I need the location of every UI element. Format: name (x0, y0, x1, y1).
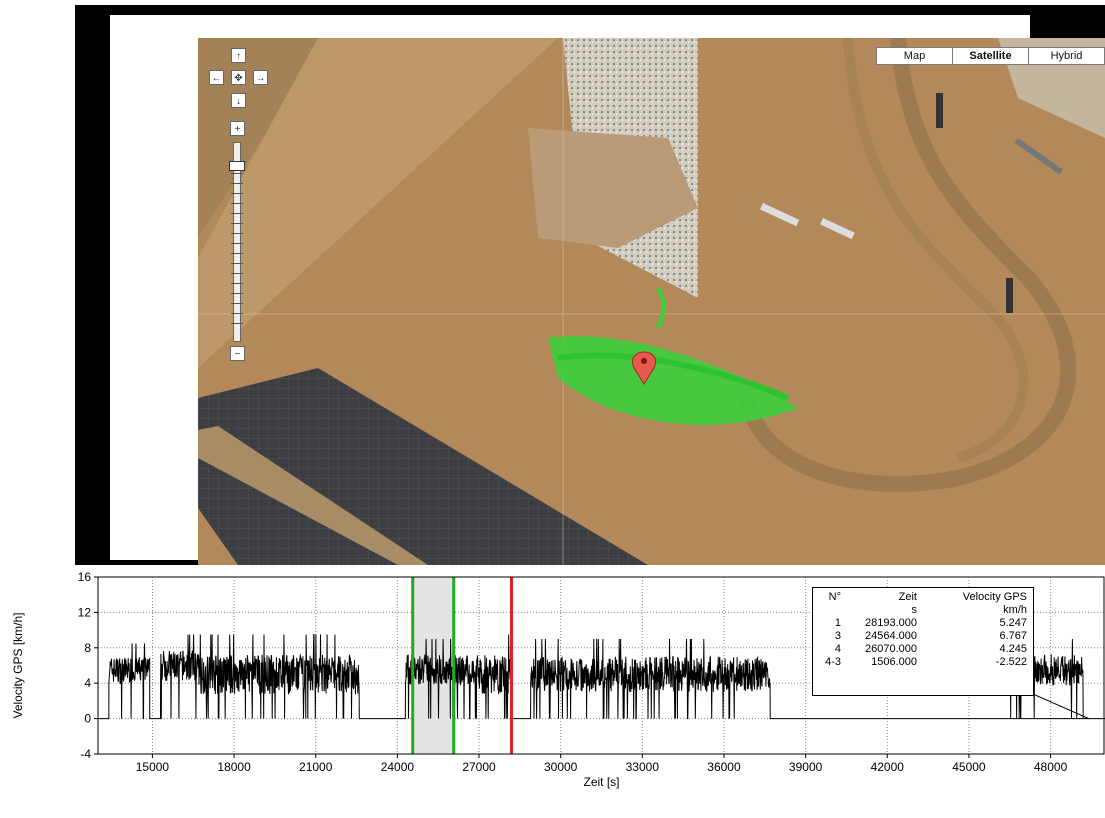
col-header-velocity: Velocity GPS (962, 591, 1027, 603)
row-zeit: 26070.000 (865, 643, 917, 655)
row-zeit: 28193.000 (865, 617, 917, 629)
x-tick-label: 30000 (544, 760, 578, 774)
y-axis-label: Velocity GPS [km/h] (11, 612, 25, 718)
cursor-value-table: N° Zeit Velocity GPS s km/h 1 28193.000 … (812, 587, 1034, 696)
x-tick-label: 33000 (626, 760, 660, 774)
zoom-slider-thumb[interactable] (229, 161, 245, 171)
map-type-map-button[interactable]: Map (877, 48, 952, 64)
row-value: 4.245 (999, 643, 1027, 655)
zoom-slider[interactable] (229, 142, 245, 342)
x-tick-label: 18000 (217, 760, 251, 774)
table-row: 4-3 1506.000 -2.522 (819, 656, 1027, 669)
satellite-map[interactable]: Map Satellite Hybrid ↑ ← ✥ → ↓ + − (198, 38, 1105, 565)
x-tick-label: 21000 (299, 760, 333, 774)
col-header-zeit: Zeit (898, 591, 917, 603)
y-tick-label: 8 (84, 641, 91, 655)
map-type-selector: Map Satellite Hybrid (876, 47, 1105, 65)
table-row: 1 28193.000 5.247 (819, 617, 1027, 630)
x-tick-label: 15000 (136, 760, 170, 774)
col-header-n: N° (828, 591, 841, 603)
unit-zeit: s (911, 604, 918, 616)
pan-right-button[interactable]: → (253, 70, 268, 85)
y-tick-label: 16 (78, 570, 92, 584)
y-tick-label: 0 (84, 712, 91, 726)
x-tick-label: 42000 (871, 760, 905, 774)
row-n: 3 (834, 630, 841, 642)
unit-n (819, 604, 845, 617)
x-tick-label: 48000 (1034, 760, 1068, 774)
map-type-hybrid-button[interactable]: Hybrid (1028, 48, 1104, 64)
row-value: 6.767 (999, 630, 1027, 642)
map-type-satellite-button[interactable]: Satellite (952, 48, 1028, 64)
pan-down-button[interactable]: ↓ (231, 93, 246, 108)
row-value: -2.522 (995, 656, 1027, 668)
pan-up-button[interactable]: ↑ (231, 48, 246, 63)
x-tick-label: 45000 (952, 760, 986, 774)
satellite-imagery (198, 38, 1105, 565)
row-value: 5.247 (999, 617, 1027, 629)
x-tick-label: 36000 (707, 760, 741, 774)
row-zeit: 24564.000 (865, 630, 917, 642)
table-row: 4 26070.000 4.245 (819, 643, 1027, 656)
zoom-in-button[interactable]: + (230, 121, 245, 136)
table-row: 3 24564.000 6.767 (819, 630, 1027, 643)
pan-left-button[interactable]: ← (209, 70, 224, 85)
y-tick-label: 4 (84, 676, 91, 690)
x-tick-label: 27000 (462, 760, 496, 774)
row-n: 4-3 (825, 656, 841, 668)
row-zeit: 1506.000 (871, 656, 917, 668)
x-tick-label: 24000 (381, 760, 415, 774)
x-axis-label: Zeit [s] (583, 775, 619, 789)
pan-center-button[interactable]: ✥ (231, 70, 246, 85)
y-tick-label: -4 (80, 747, 91, 761)
row-n: 4 (834, 643, 841, 655)
row-n: 1 (834, 617, 841, 629)
unit-velocity: km/h (1003, 604, 1027, 616)
y-tick-label: 12 (78, 605, 92, 619)
x-tick-label: 39000 (789, 760, 823, 774)
zoom-out-button[interactable]: − (230, 346, 245, 361)
